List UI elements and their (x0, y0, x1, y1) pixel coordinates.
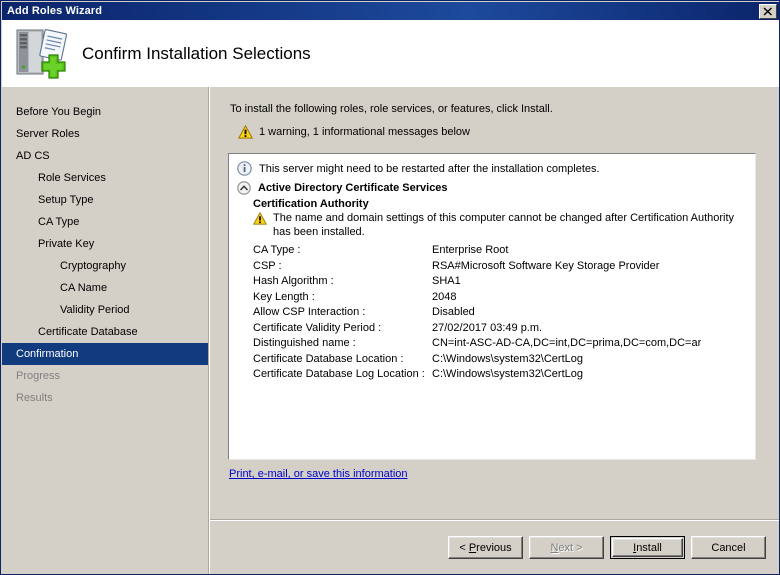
detail-label: Certificate Validity Period : (253, 321, 382, 334)
sidebar-item-setup-type[interactable]: Setup Type (2, 189, 208, 211)
window-title: Add Roles Wizard (7, 5, 103, 17)
wizard-button-bar: < Previous Next > Install Cancel (210, 521, 779, 574)
detail-label: Certificate Database Location : (253, 352, 404, 365)
role-section-header[interactable]: Active Directory Certificate Services (237, 181, 747, 195)
detail-label: Certificate Database Log Location : (253, 368, 425, 380)
detail-label: Allow CSP Interaction : (253, 306, 366, 318)
sub-section-title: Certification Authority (253, 198, 369, 210)
table-row: CSP : RSA#Microsoft Software Key Storage… (253, 259, 701, 275)
table-row: Key Length : 2048 (253, 290, 701, 306)
warning-triangle-icon (253, 212, 267, 225)
detail-value: C:\Windows\system32\CertLog (432, 368, 583, 380)
content-pane: To install the following roles, role ser… (210, 87, 779, 574)
detail-label: Distinguished name : (253, 337, 356, 349)
install-button[interactable]: Install (610, 536, 685, 559)
table-row: CA Type : Enterprise Root (253, 243, 701, 259)
cancel-button[interactable]: Cancel (691, 536, 766, 559)
page-title: Confirm Installation Selections (82, 43, 311, 63)
previous-button[interactable]: < Previous (448, 536, 523, 559)
table-row: Distinguished name : CN=int-ASC-AD-CA,DC… (253, 336, 701, 352)
detail-value: SHA1 (432, 275, 461, 287)
warning-triangle-icon (238, 125, 253, 139)
sidebar-item-before-you-begin[interactable]: Before You Begin (2, 101, 208, 123)
detail-value: RSA#Microsoft Software Key Storage Provi… (432, 259, 660, 272)
detail-label: CSP : (253, 259, 282, 272)
detail-label: CA Type : (253, 244, 301, 256)
sidebar-item-ad-cs[interactable]: AD CS (2, 145, 208, 167)
restart-message: This server might need to be restarted a… (259, 163, 600, 175)
sidebar-item-cryptography[interactable]: Cryptography (2, 255, 208, 277)
table-row: Certificate Validity Period : 27/02/2017… (253, 321, 701, 337)
sidebar-item-results: Results (16, 392, 53, 404)
warning-summary-text: 1 warning, 1 informational messages belo… (259, 126, 470, 138)
detail-label: Key Length : (253, 290, 315, 303)
install-button-label: Install (633, 541, 662, 554)
close-icon (763, 6, 772, 16)
detail-value: Disabled (432, 306, 475, 318)
install-button-inner: Install (612, 538, 683, 557)
wizard-header: Confirm Installation Selections (2, 20, 779, 87)
sidebar-item-confirmation[interactable]: Confirmation (2, 343, 208, 365)
detail-label: Hash Algorithm : (253, 275, 334, 287)
server-add-icon (16, 28, 68, 79)
detail-value: C:\Windows\system32\CertLog (432, 352, 583, 365)
sidebar-item-certificate-database[interactable]: Certificate Database (2, 321, 208, 343)
table-row: Certificate Database Log Location : C:\W… (253, 367, 701, 383)
close-button[interactable] (759, 3, 777, 19)
previous-button-label: < Previous (459, 541, 512, 554)
print-email-save-link[interactable]: Print, e-mail, or save this information (229, 468, 408, 480)
sidebar-item-ca-name[interactable]: CA Name (2, 277, 208, 299)
detail-value: Enterprise Root (432, 244, 509, 256)
next-button: Next > (529, 536, 604, 559)
table-row: Allow CSP Interaction : Disabled (253, 305, 701, 321)
ca-warning-message: The name and domain settings of this com… (273, 212, 735, 238)
table-row: Hash Algorithm : SHA1 (253, 274, 701, 290)
next-button-label: Next > (550, 541, 583, 554)
detail-value: 27/02/2017 03:49 p.m. (432, 321, 543, 334)
sidebar-item-server-roles[interactable]: Server Roles (2, 123, 208, 145)
detail-value: 2048 (432, 290, 457, 303)
wizard-step-nav: Before You Begin Server Roles AD CS Role… (2, 87, 208, 574)
warning-summary: 1 warning, 1 informational messages belo… (238, 125, 470, 139)
sidebar-item-ca-type[interactable]: CA Type (2, 211, 208, 233)
sidebar-item-private-key[interactable]: Private Key (2, 233, 208, 255)
installation-summary-panel: This server might need to be restarted a… (228, 153, 756, 460)
role-section-title: Active Directory Certificate Services (258, 182, 448, 194)
sidebar-item-validity-period[interactable]: Validity Period (2, 299, 208, 321)
cancel-button-label: Cancel (711, 541, 746, 554)
sidebar-item-role-services[interactable]: Role Services (2, 167, 208, 189)
sidebar-item-progress: Progress (16, 370, 61, 382)
title-bar: Add Roles Wizard (2, 2, 779, 20)
ca-warning: The name and domain settings of this com… (253, 211, 747, 239)
ca-details-table: CA Type : Enterprise Root CSP : RSA#Micr… (253, 243, 701, 383)
intro-text: To install the following roles, role ser… (230, 103, 553, 115)
restart-notice: This server might need to be restarted a… (237, 161, 747, 176)
info-circle-icon (237, 161, 252, 176)
table-row: Certificate Database Location : C:\Windo… (253, 352, 701, 368)
chevron-up-circle-icon[interactable] (237, 181, 251, 195)
wizard-body: Before You Begin Server Roles AD CS Role… (2, 87, 779, 574)
add-roles-wizard-window: Add Roles Wizard Confirm Installation Se… (0, 0, 780, 575)
detail-value: CN=int-ASC-AD-CA,DC=int,DC=prima,DC=com,… (432, 337, 702, 349)
certification-authority-block: Certification Authority The name and dom… (237, 198, 747, 383)
